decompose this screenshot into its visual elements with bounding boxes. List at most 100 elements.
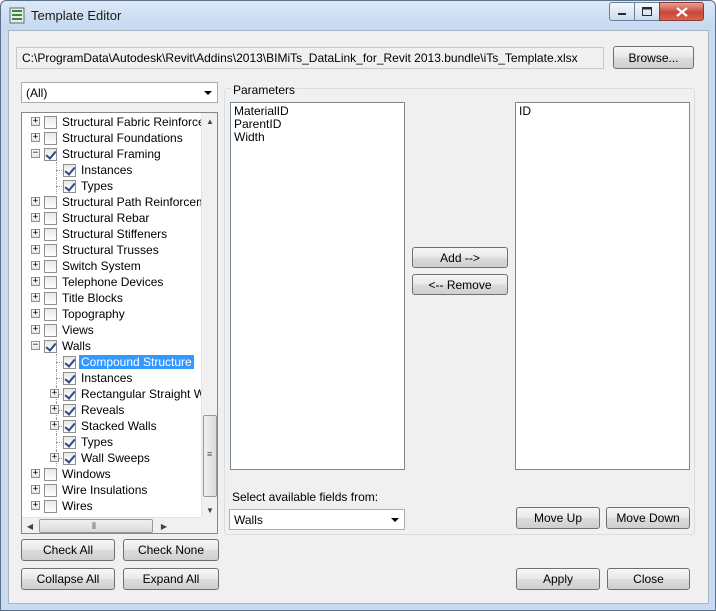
expand-icon[interactable]: + — [31, 261, 40, 270]
expand-icon[interactable]: + — [31, 213, 40, 222]
source-fields-dropdown[interactable]: Walls — [229, 509, 405, 530]
tree-row[interactable]: + Switch System — [22, 258, 203, 274]
tree-row[interactable]: + Structural Path Reinforcement — [22, 194, 203, 210]
tree-row[interactable]: − Walls — [22, 338, 203, 354]
tree-checkbox[interactable] — [44, 196, 57, 209]
available-parameter-item[interactable]: Width — [234, 131, 401, 144]
tree-checkbox[interactable] — [63, 164, 76, 177]
tree-checkbox[interactable] — [63, 436, 76, 449]
expand-icon[interactable]: + — [31, 309, 40, 318]
tree-checkbox[interactable] — [44, 228, 57, 241]
expand-all-button[interactable]: Expand All — [123, 568, 219, 590]
tree-row[interactable]: + Structural Trusses — [22, 242, 203, 258]
tree-row-label[interactable]: Wire Insulations — [60, 483, 149, 497]
tree-row-label[interactable]: Structural Stiffeners — [60, 227, 169, 241]
tree-vertical-scrollbar[interactable]: ▲ ≡ ▼ — [201, 113, 217, 518]
close-window-button[interactable] — [659, 2, 704, 21]
tree-row-label[interactable]: Topography — [60, 307, 127, 321]
tree-horizontal-scroll-thumb[interactable]: ⦀ — [39, 519, 153, 533]
tree-row-label[interactable]: Title Blocks — [60, 291, 125, 305]
maximize-button[interactable] — [634, 2, 660, 21]
tree-row-label[interactable]: Reveals — [79, 403, 126, 417]
available-parameters-list[interactable]: MaterialID ParentID Width — [230, 102, 405, 470]
minimize-button[interactable] — [609, 2, 635, 21]
tree-checkbox[interactable] — [63, 388, 76, 401]
expand-icon[interactable]: + — [31, 229, 40, 238]
tree-row[interactable]: + Views — [22, 322, 203, 338]
scroll-down-arrow-icon[interactable]: ▼ — [202, 502, 217, 518]
tree-checkbox[interactable] — [44, 468, 57, 481]
tree-row[interactable]: + Topography — [22, 306, 203, 322]
tree-checkbox[interactable] — [63, 372, 76, 385]
category-tree[interactable]: + Structural Fabric Reinforcement + Structu… — [21, 112, 218, 534]
tree-row[interactable]: Types — [22, 178, 203, 194]
expand-icon[interactable]: + — [31, 277, 40, 286]
tree-row-label[interactable]: Stacked Walls — [79, 419, 159, 433]
check-none-button[interactable]: Check None — [123, 539, 219, 561]
expand-icon[interactable]: + — [31, 133, 40, 142]
tree-row-label[interactable]: Structural Path Reinforcement — [60, 195, 203, 209]
tree-row-label[interactable]: Views — [60, 323, 96, 337]
tree-row[interactable]: + Structural Fabric Reinforcement — [22, 114, 203, 130]
tree-row-label[interactable]: Structural Rebar — [60, 211, 151, 225]
tree-row[interactable]: Instances — [22, 370, 203, 386]
apply-button[interactable]: Apply — [516, 568, 600, 590]
tree-row-label[interactable]: Instances — [79, 163, 134, 177]
tree-row-label[interactable]: Rectangular Straight Wall Opening — [79, 387, 203, 401]
tree-row[interactable]: Types — [22, 434, 203, 450]
collapse-all-button[interactable]: Collapse All — [21, 568, 115, 590]
tree-checkbox[interactable] — [44, 276, 57, 289]
expand-icon[interactable]: + — [31, 293, 40, 302]
tree-row-label[interactable]: Instances — [79, 371, 134, 385]
tree-checkbox[interactable] — [44, 484, 57, 497]
scroll-left-arrow-icon[interactable]: ◀ — [22, 518, 38, 533]
expand-icon[interactable]: + — [50, 453, 59, 462]
tree-row-label[interactable]: Walls — [60, 339, 93, 353]
expand-icon[interactable]: + — [31, 245, 40, 254]
scroll-up-arrow-icon[interactable]: ▲ — [202, 113, 217, 129]
tree-vertical-scroll-thumb[interactable]: ≡ — [203, 415, 217, 497]
tree-row[interactable]: + Rectangular Straight Wall Opening — [22, 386, 203, 402]
tree-row[interactable]: + Telephone Devices — [22, 274, 203, 290]
expand-icon[interactable]: + — [50, 389, 59, 398]
template-path-field[interactable]: C:\ProgramData\Autodesk\Revit\Addins\201… — [16, 47, 604, 69]
expand-icon[interactable]: + — [31, 197, 40, 206]
tree-row-label[interactable]: Switch System — [60, 259, 143, 273]
check-all-button[interactable]: Check All — [21, 539, 115, 561]
tree-checkbox[interactable] — [44, 324, 57, 337]
tree-horizontal-scrollbar[interactable]: ◀ ⦀ ▶ — [22, 517, 203, 533]
tree-row[interactable]: + Stacked Walls — [22, 418, 203, 434]
close-button[interactable]: Close — [607, 568, 690, 590]
expand-icon[interactable]: + — [50, 421, 59, 430]
tree-row[interactable]: + Windows — [22, 466, 203, 482]
tree-checkbox[interactable] — [63, 420, 76, 433]
tree-row[interactable]: Compound Structure — [22, 354, 203, 370]
move-down-button[interactable]: Move Down — [606, 507, 690, 529]
tree-checkbox[interactable] — [44, 244, 57, 257]
tree-checkbox[interactable] — [44, 340, 57, 353]
tree-checkbox[interactable] — [63, 404, 76, 417]
tree-checkbox[interactable] — [44, 148, 57, 161]
expand-icon[interactable]: + — [31, 117, 40, 126]
tree-row-label[interactable]: Telephone Devices — [60, 275, 165, 289]
tree-row[interactable]: + Structural Foundations — [22, 130, 203, 146]
tree-checkbox[interactable] — [44, 260, 57, 273]
tree-row-label[interactable]: Structural Framing — [60, 147, 163, 161]
browse-button[interactable]: Browse... — [613, 46, 694, 69]
tree-row-label[interactable]: Structural Foundations — [60, 131, 185, 145]
expand-icon[interactable]: + — [31, 501, 40, 510]
tree-row[interactable]: Instances — [22, 162, 203, 178]
tree-checkbox[interactable] — [44, 132, 57, 145]
expand-icon[interactable]: + — [50, 405, 59, 414]
tree-row[interactable]: + Structural Stiffeners — [22, 226, 203, 242]
expand-icon[interactable]: + — [31, 325, 40, 334]
expand-icon[interactable]: + — [31, 469, 40, 478]
tree-row[interactable]: + Wires — [22, 498, 203, 514]
selected-parameters-list[interactable]: ID — [515, 102, 690, 470]
tree-row[interactable]: + Structural Rebar — [22, 210, 203, 226]
tree-row-label[interactable]: Wall Sweeps — [79, 451, 152, 465]
tree-checkbox[interactable] — [44, 212, 57, 225]
tree-checkbox[interactable] — [44, 116, 57, 129]
add-button[interactable]: Add --> — [412, 247, 508, 268]
tree-row[interactable]: + Reveals — [22, 402, 203, 418]
